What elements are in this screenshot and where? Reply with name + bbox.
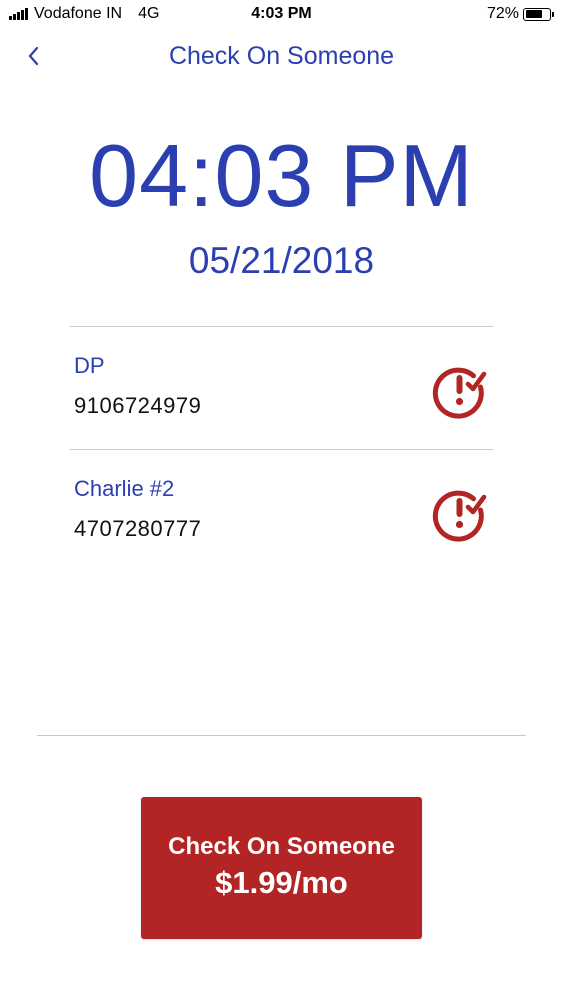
check-on-someone-button[interactable]: Check On Someone $1.99/mo (141, 797, 422, 939)
contact-phone: 9106724979 (74, 393, 202, 418)
page-title: Check On Someone (168, 42, 395, 70)
contact-name: DP (74, 353, 105, 378)
contact-name: Charlie #2 (74, 476, 175, 501)
nav-bar: Check On Someone (0, 36, 563, 76)
cta-label: Check On Someone (168, 833, 395, 860)
status-time: 4:03 PM (251, 5, 312, 22)
status-bar: Vodafone IN 4G 4:03 PM 72% (0, 0, 563, 30)
cta-price: $1.99/mo (215, 865, 348, 900)
current-time: 04:03 PM (89, 126, 474, 225)
divider-bottom (37, 735, 526, 736)
contact-row[interactable]: DP 9106724979 (70, 327, 493, 449)
current-date: 05/21/2018 (188, 240, 375, 281)
clock-alert-check-icon[interactable] (429, 484, 489, 544)
contact-phone: 4707280777 (74, 516, 202, 541)
battery-tip (552, 11, 554, 17)
contact-row[interactable]: Charlie #2 4707280777 (70, 450, 493, 572)
status-right: 72% (487, 5, 554, 23)
battery-percent: 72% (486, 5, 519, 22)
clock-alert-check-icon[interactable] (429, 361, 489, 421)
battery-icon (523, 7, 551, 21)
